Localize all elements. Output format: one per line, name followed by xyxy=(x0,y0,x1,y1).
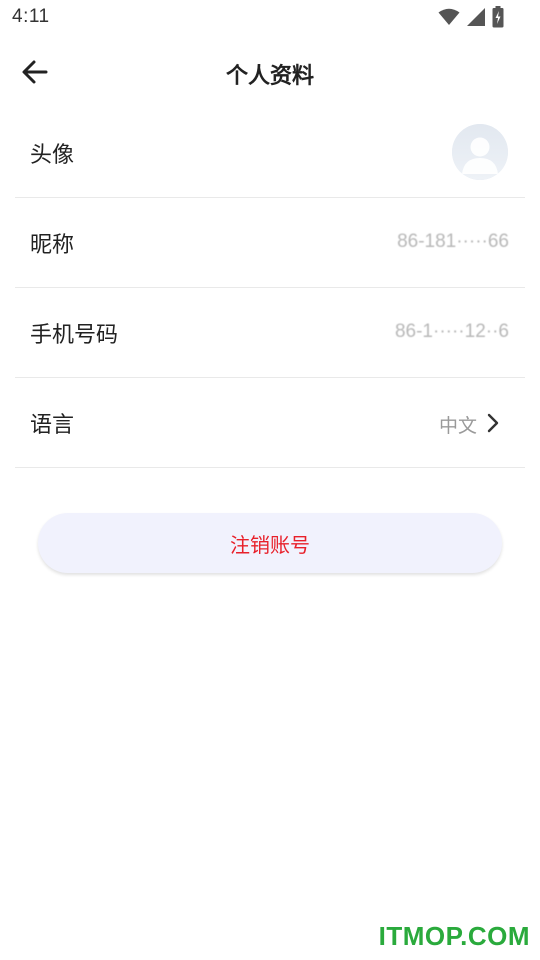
avatar-row[interactable]: 头像 xyxy=(15,108,525,198)
status-time: 4:11 xyxy=(12,6,50,27)
phone-value: 86-1·····12··6 xyxy=(394,321,509,342)
status-icons xyxy=(438,6,504,28)
chevron-right-icon xyxy=(487,413,499,437)
language-value-group: 中文 xyxy=(439,411,499,438)
avatar-label: 头像 xyxy=(30,143,75,168)
cell-signal-icon xyxy=(466,7,486,27)
nickname-label: 昵称 xyxy=(30,233,75,258)
phone-label: 手机号码 xyxy=(30,323,119,348)
battery-charging-icon xyxy=(492,6,504,28)
language-label: 语言 xyxy=(30,413,75,438)
language-value: 中文 xyxy=(438,415,477,437)
page-title: 个人资料 xyxy=(225,64,314,89)
profile-settings-list: 头像 昵称 86-181·····66 手机号码 86-1·····12··6 … xyxy=(15,108,525,468)
nickname-value: 86-181·····66 xyxy=(397,231,509,252)
phone-row[interactable]: 手机号码 86-1·····12··6 xyxy=(15,288,525,378)
avatar[interactable] xyxy=(452,124,508,180)
status-bar: 4:11 xyxy=(0,0,540,36)
wifi-icon xyxy=(438,8,460,26)
language-row[interactable]: 语言 中文 xyxy=(15,378,525,468)
watermark-logo: ITMOP.COM xyxy=(378,921,530,951)
nickname-row[interactable]: 昵称 86-181·····66 xyxy=(15,198,525,288)
app-bar: 个人资料 xyxy=(0,36,540,108)
deactivate-account-button[interactable]: 注销账号 xyxy=(38,513,502,573)
